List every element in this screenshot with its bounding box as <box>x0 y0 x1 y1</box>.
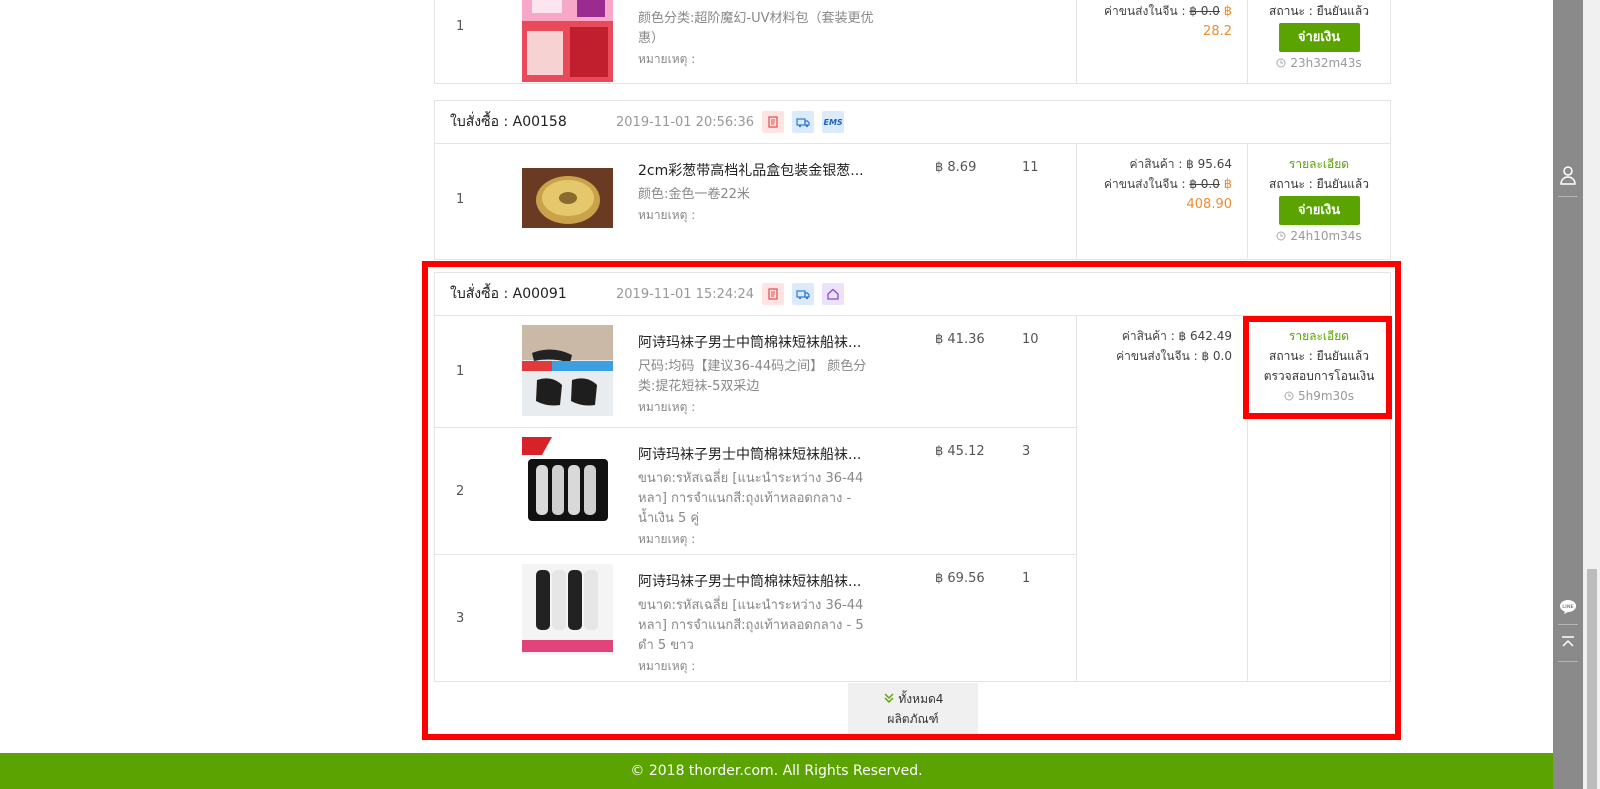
item-attributes: 尺码:均码【建议36-44码之间】 颜色分类:提花短袜-5双采边 หมายเหต… <box>638 357 883 417</box>
product-thumbnail[interactable] <box>522 325 613 416</box>
shipping-fee-new: 28.2 <box>1203 24 1232 39</box>
product-thumbnail[interactable] <box>522 0 613 82</box>
order-date: 2019-11-01 20:56:36 <box>616 114 755 130</box>
user-icon[interactable] <box>1557 164 1579 186</box>
shipping-fee: ค่าขนส่งในจีน : ฿ 0.0 ฿ <box>1104 177 1232 192</box>
order-number[interactable]: ใบสั่งซื้อ : A00091 <box>450 283 610 305</box>
shipping-fee: ค่าขนส่งในจีน : ฿ 0.0 <box>1116 349 1232 363</box>
sidebar-divider <box>1558 624 1578 625</box>
sidebar-divider <box>1558 196 1578 197</box>
product-thumbnail[interactable] <box>522 437 613 528</box>
item-attributes: 颜色:金色一卷22米 หมายเหตุ : <box>638 185 883 225</box>
order-number[interactable]: ใบสั่งซื้อ : A00158 <box>450 111 610 133</box>
item-note: หมายเหตุ : <box>638 659 696 673</box>
page-footer: © 2018 thorder.com. All Rights Reserved. <box>0 753 1553 789</box>
clock-icon <box>1276 58 1286 68</box>
item-note: หมายเหตุ : <box>638 52 696 66</box>
order-status: สถานะ : ยืนยันแล้ว จ่ายเงิน 23h32m43s <box>1248 0 1390 83</box>
product-thumbnail[interactable] <box>522 168 613 228</box>
clock-icon <box>1276 231 1286 241</box>
order-amount: ค่าสินค้า : ฿ 95.64 ค่าขนส่งในจีน : ฿ 0.… <box>1077 144 1248 258</box>
order-card-3: ใบสั่งซื้อ : A00091 2019-11-01 15:24:24 … <box>434 272 1391 682</box>
svg-text:LINE: LINE <box>1562 604 1573 610</box>
item-index: 1 <box>456 19 465 34</box>
status-label: สถานะ : ยืนยันแล้ว <box>1269 177 1369 191</box>
item-price: ฿ 69.56 <box>935 571 985 586</box>
product-name[interactable]: 2cm彩葱带高档礼品盒包装金银葱... <box>638 160 864 180</box>
order-items: 1 2cm彩葱带高档礼品盒包装金银葱... ฿ 8.69 11 颜色:金色一卷2… <box>435 144 1077 258</box>
truck-icon <box>792 111 815 133</box>
shipping-fee: ค่าขนส่งในจีน : ฿ 0.0 ฿ <box>1104 4 1232 19</box>
item-note: หมายเหตุ : <box>638 400 696 414</box>
item-index: 1 <box>456 364 465 379</box>
goods-amount: ค่าสินค้า : ฿ 95.64 <box>1129 157 1232 171</box>
countdown-timer: 23h32m43s <box>1276 53 1362 73</box>
item-index: 2 <box>456 484 465 499</box>
product-name[interactable]: 阿诗玛袜子男士中筒棉袜短袜船袜... <box>638 571 861 591</box>
right-sidebar <box>1553 0 1583 789</box>
home-icon <box>822 283 845 305</box>
sidebar-divider <box>1558 661 1578 662</box>
back-to-top-icon[interactable] <box>1557 631 1579 653</box>
show-all-products-button[interactable]: ทั้งหมด4 ผลิตภัณฑ์ <box>848 683 978 734</box>
order-header: ใบสั่งซื้อ : A00091 2019-11-01 15:24:24 <box>435 273 1390 316</box>
product-thumbnail[interactable] <box>522 564 613 655</box>
order-amount: ค่าสินค้า : ฿ 642.49 ค่าขนส่งในจีน : ฿ 0… <box>1077 316 1248 681</box>
item-attributes: ขนาด:รหัสเฉลี่ย [แนะนำระหว่าง 36-44 หลา]… <box>638 596 883 676</box>
item-price: ฿ 8.69 <box>935 160 977 175</box>
product-name[interactable]: 阿诗玛袜子男士中筒棉袜短袜船袜... <box>638 444 861 464</box>
item-note: หมายเหตุ : <box>638 532 696 546</box>
scrollbar-thumb[interactable] <box>1587 569 1597 789</box>
item-attributes: 颜色分类:超阶魔幻-UV材料包（套装更优惠） หมายเหตุ : <box>638 9 883 69</box>
item-price: ฿ 41.36 <box>935 332 985 347</box>
order-items: 1 阿诗玛袜子男士中筒棉袜短袜船袜... ฿ 41.36 10 尺码:均码【建议… <box>435 316 1077 681</box>
ems-icon: EMS <box>822 111 845 133</box>
item-index: 3 <box>456 611 465 626</box>
details-link[interactable]: รายละเอียด <box>1248 326 1390 346</box>
order-item: 3 阿诗玛袜子男士中筒棉袜短袜船袜... ฿ 69.56 1 ขนาด:รหัส… <box>435 555 1076 681</box>
status-label: สถานะ : ยืนยันแล้ว <box>1269 4 1369 18</box>
invoice-icon <box>762 111 785 133</box>
order-status: รายละเอียด สถานะ : ยืนยันแล้ว ตรวจสอบการ… <box>1248 316 1390 681</box>
order-card-1: 1 颜色分类:超阶魔幻-UV材料包（套装更优惠） หมายเหตุ : ค่าข… <box>434 0 1391 84</box>
item-quantity: 10 <box>1022 332 1039 347</box>
order-items: 1 颜色分类:超阶魔幻-UV材料包（套装更优惠） หมายเหตุ : <box>435 0 1077 83</box>
order-status: รายละเอียด สถานะ : ยืนยันแล้ว จ่ายเงิน 2… <box>1248 144 1390 258</box>
item-quantity: 3 <box>1022 444 1031 459</box>
order-item: 1 颜色分类:超阶魔幻-UV材料包（套装更优惠） หมายเหตุ : <box>435 0 1076 83</box>
item-attributes: ขนาด:รหัสเฉลี่ย [แนะนำระหว่าง 36-44 หลา]… <box>638 469 883 549</box>
status-label: สถานะ : ยืนยันแล้ว <box>1269 349 1369 363</box>
countdown-timer: 24h10m34s <box>1276 226 1362 246</box>
order-card-2: ใบสั่งซื้อ : A00158 2019-11-01 20:56:36 … <box>434 100 1391 260</box>
pay-button[interactable]: จ่ายเงิน <box>1278 196 1360 225</box>
order-date: 2019-11-01 15:24:24 <box>616 286 755 302</box>
order-header: ใบสั่งซื้อ : A00158 2019-11-01 20:56:36 … <box>435 101 1390 144</box>
line-chat-icon[interactable]: LINE <box>1557 596 1579 618</box>
truck-icon <box>792 283 815 305</box>
product-name[interactable]: 阿诗玛袜子男士中筒棉袜短袜船袜... <box>638 332 861 352</box>
order-item: 1 阿诗玛袜子男士中筒棉袜短袜船袜... ฿ 41.36 10 尺码:均码【建议… <box>435 316 1076 428</box>
order-amount: ค่าขนส่งในจีน : ฿ 0.0 ฿ 28.2 <box>1077 0 1248 83</box>
item-index: 1 <box>456 192 465 207</box>
order-item: 2 阿诗玛袜子男士中筒棉袜短袜船袜... ฿ 45.12 3 ขนาด:รหัส… <box>435 428 1076 555</box>
countdown-timer: 5h9m30s <box>1284 386 1354 406</box>
item-price: ฿ 45.12 <box>935 444 985 459</box>
pay-button[interactable]: จ่ายเงิน <box>1278 23 1360 52</box>
invoice-icon <box>762 283 785 305</box>
order-item: 1 2cm彩葱带高档礼品盒包装金银葱... ฿ 8.69 11 颜色:金色一卷2… <box>435 144 1076 258</box>
double-chevron-down-icon <box>884 693 894 703</box>
verify-transfer-text: ตรวจสอบการโอนเงิน <box>1263 369 1375 383</box>
item-quantity: 11 <box>1022 160 1039 175</box>
goods-amount: ค่าสินค้า : ฿ 642.49 <box>1121 329 1232 343</box>
item-note: หมายเหตุ : <box>638 208 696 222</box>
details-link[interactable]: รายละเอียด <box>1248 154 1390 174</box>
item-quantity: 1 <box>1022 571 1031 586</box>
clock-icon <box>1284 391 1294 401</box>
shipping-fee-new: 408.90 <box>1186 197 1233 212</box>
